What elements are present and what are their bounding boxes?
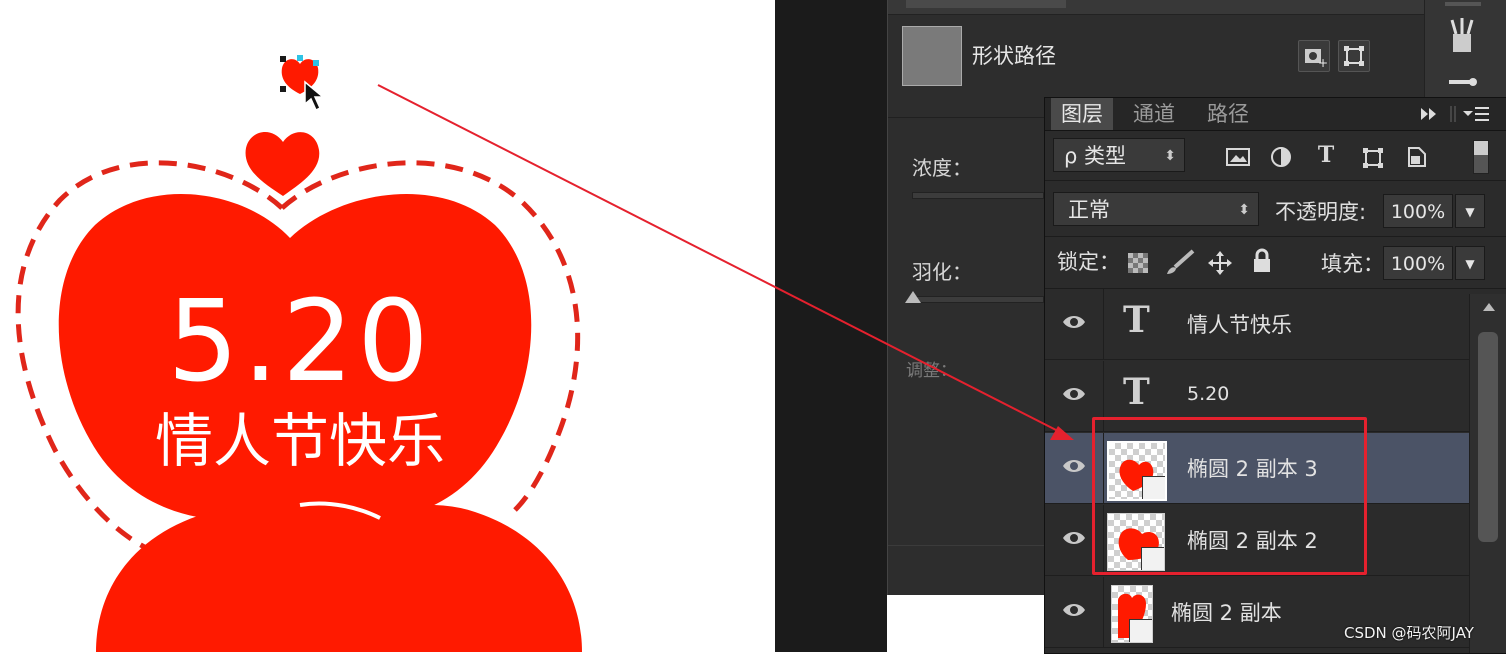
- updown-arrows-icon: ⬍: [1164, 148, 1176, 164]
- divider-grip-icon: [1450, 106, 1456, 122]
- opacity-label: 不透明度:: [1275, 200, 1367, 224]
- tab-layers[interactable]: 图层: [1051, 98, 1113, 130]
- document-canvas[interactable]: 5.20 情人节快乐: [0, 0, 775, 652]
- layer-name: 5.20: [1187, 383, 1230, 405]
- adjust-label: 调整：: [906, 361, 957, 381]
- canvas-main-text: 5.20: [167, 277, 433, 407]
- shape-path-label: 形状路径: [972, 44, 1056, 68]
- vector-mask-button[interactable]: [1338, 40, 1370, 72]
- small-heart-shape: [245, 131, 320, 196]
- brushes-icon[interactable]: [1445, 16, 1479, 56]
- blend-mode-dropdown[interactable]: 正常 ⬍: [1053, 192, 1259, 226]
- filter-kind-dropdown[interactable]: ρ 类型 ⬍: [1053, 138, 1185, 172]
- eye-icon[interactable]: [1061, 527, 1087, 549]
- shape-filter-icon[interactable]: [1361, 146, 1385, 170]
- add-mask-button[interactable]: +: [1298, 40, 1330, 72]
- scroll-up-arrow-icon[interactable]: [1482, 302, 1496, 312]
- filter-kind-value: ρ 类型: [1064, 144, 1127, 168]
- annotation-highlight-box: [1092, 417, 1367, 575]
- watermark: CSDN @码农阿JAY: [1344, 624, 1474, 642]
- layer-name: 椭圆 2 副本: [1171, 601, 1282, 625]
- adjustment-filter-icon[interactable]: [1269, 146, 1293, 170]
- layer-name: 情人节快乐: [1187, 313, 1292, 337]
- path-square-icon: [1344, 46, 1364, 66]
- blend-mode-value: 正常: [1068, 198, 1110, 222]
- cursor-icon: [304, 80, 326, 112]
- updown-arrows-icon: ⬍: [1238, 202, 1250, 218]
- canvas-sub-text: 情人节快乐: [154, 407, 445, 475]
- image-filter-icon[interactable]: [1225, 146, 1251, 168]
- panel-menu-icon[interactable]: [1461, 104, 1491, 124]
- text-layer-icon: T: [1123, 371, 1150, 413]
- properties-top-bar: [888, 0, 1425, 15]
- filter-toggle-switch[interactable]: [1473, 140, 1489, 174]
- svg-text:+: +: [1318, 56, 1328, 70]
- scrollbar-thumb[interactable]: [1478, 332, 1498, 542]
- feather-slider-handle-icon[interactable]: [904, 290, 922, 304]
- tab-channels[interactable]: 通道: [1123, 98, 1185, 130]
- layer-row-text-greeting[interactable]: T 情人节快乐: [1045, 289, 1469, 360]
- density-label: 浓度：: [912, 156, 972, 180]
- lock-all-padlock-icon[interactable]: [1251, 248, 1273, 274]
- eye-icon[interactable]: [1061, 311, 1087, 333]
- eye-icon[interactable]: [1061, 599, 1087, 621]
- layer-thumbnail: [1111, 585, 1153, 643]
- collapse-arrows-icon[interactable]: [1419, 106, 1441, 122]
- layers-scrollbar[interactable]: [1469, 294, 1506, 653]
- opacity-dropdown-button[interactable]: ▼: [1455, 194, 1485, 228]
- tab-paths[interactable]: 路径: [1197, 98, 1259, 130]
- eye-icon[interactable]: [1061, 455, 1087, 477]
- type-filter-icon[interactable]: T: [1313, 142, 1339, 168]
- feather-label: 羽化：: [912, 260, 972, 284]
- lock-label: 锁定：: [1057, 250, 1120, 274]
- mask-icon: +: [1305, 49, 1328, 70]
- smart-object-filter-icon[interactable]: [1405, 144, 1429, 170]
- fill-label: 填充：: [1321, 252, 1384, 276]
- fill-input[interactable]: 100%: [1383, 246, 1453, 280]
- grip-icon: [1445, 2, 1481, 6]
- workspace-gap: [775, 0, 887, 652]
- fill-dropdown-button[interactable]: ▼: [1455, 246, 1485, 280]
- lock-transparent-icon[interactable]: [1127, 252, 1149, 274]
- feather-slider[interactable]: [912, 296, 1044, 303]
- lock-position-move-icon[interactable]: [1207, 250, 1233, 276]
- lock-pixels-brush-icon[interactable]: [1163, 248, 1197, 276]
- text-layer-icon: T: [1123, 299, 1150, 341]
- density-slider[interactable]: [912, 192, 1044, 199]
- vector-mask-icon: [1129, 619, 1152, 642]
- shape-path-thumbnail[interactable]: [902, 26, 962, 86]
- panel-tab-bar: 图层 通道 路径: [1045, 98, 1506, 131]
- clone-source-icon[interactable]: [1445, 70, 1479, 94]
- opacity-input[interactable]: 100%: [1383, 194, 1453, 228]
- eye-icon[interactable]: [1061, 383, 1087, 405]
